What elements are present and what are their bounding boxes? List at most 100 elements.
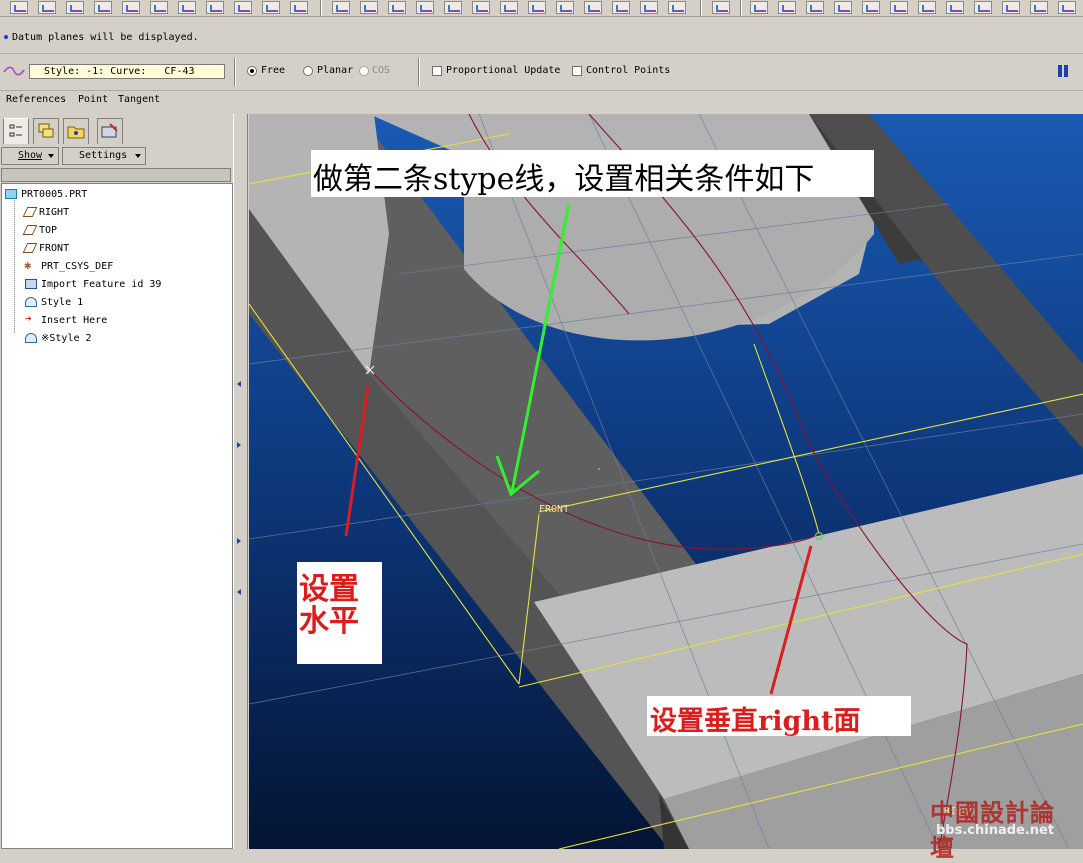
toolbar-icon[interactable] — [778, 1, 796, 14]
toolbar-icon[interactable] — [388, 1, 406, 14]
toolbar-icon[interactable] — [1030, 1, 1048, 14]
tab-tangent[interactable]: Tangent — [118, 94, 160, 105]
toolbar-icon[interactable] — [668, 1, 686, 14]
left-callout-box: 设置 水平 — [297, 562, 382, 664]
import-feature-icon — [25, 279, 37, 289]
toolbar-icon[interactable] — [584, 1, 602, 14]
tools-icon — [101, 123, 118, 138]
cos-radio[interactable] — [359, 66, 369, 76]
toolbar-icon[interactable] — [862, 1, 880, 14]
toolbar-icon[interactable] — [946, 1, 964, 14]
tree-item-csys[interactable]: PRT_CSYS_DEF — [24, 258, 114, 274]
toolbar-icon[interactable] — [178, 1, 196, 14]
toolbar-icon[interactable] — [94, 1, 112, 14]
toolbar-icon[interactable] — [290, 1, 308, 14]
free-radio[interactable] — [247, 66, 257, 76]
toolbar-icon[interactable] — [1002, 1, 1020, 14]
control-points-label: Control Points — [586, 65, 671, 76]
proportional-update-checkbox[interactable] — [432, 66, 442, 76]
tree-item-right[interactable]: RIGHT — [22, 206, 69, 220]
model-tree-icon — [9, 124, 22, 137]
pause-icon[interactable] — [1056, 64, 1070, 78]
toolbar-icon[interactable] — [360, 1, 378, 14]
proportional-update-label: Proportional Update — [446, 65, 561, 76]
style-curve-dashboard: Style: -1: Curve: CF-43 Free Planar COS … — [0, 54, 1083, 91]
toolbar-icon[interactable] — [332, 1, 350, 14]
tree-column-header — [1, 168, 231, 182]
toolbar-icon[interactable] — [612, 1, 630, 14]
graphics-window[interactable]: FRONT RIGHT 做第二条stype线，设置相关条件如下 设置 水平 设置… — [249, 114, 1083, 849]
right-callout-text: 设置垂直right面 — [650, 706, 861, 737]
tree-item-label: FRONT — [39, 243, 70, 254]
curve-name-field[interactable]: Style: -1: Curve: CF-43 — [29, 64, 225, 79]
tree-item-part[interactable]: PRT0005.PRT — [5, 188, 87, 202]
toolbar-icon[interactable] — [444, 1, 462, 14]
toolbar-icon[interactable] — [500, 1, 518, 14]
part-icon — [5, 189, 17, 199]
show-menu-button[interactable]: Show — [1, 147, 59, 165]
info-bullet-icon — [4, 35, 8, 39]
dropdown-arrow-icon — [48, 154, 54, 158]
favorites-tab[interactable] — [97, 118, 123, 144]
toolbar-icon[interactable] — [262, 1, 280, 14]
tree-item-label: Style 1 — [41, 297, 84, 308]
toolbar-icon[interactable] — [66, 1, 84, 14]
tree-item-top[interactable]: TOP — [22, 224, 57, 238]
layers-tab[interactable] — [33, 118, 59, 144]
model-tree-tab[interactable] — [3, 118, 29, 144]
status-message: Datum planes will be displayed. — [12, 32, 199, 43]
datum-plane-icon — [22, 225, 38, 235]
toolbar-icon[interactable] — [640, 1, 658, 14]
tree-item-import-feature[interactable]: Import Feature id 39 — [25, 278, 161, 292]
tree-item-label: PRT_CSYS_DEF — [41, 261, 114, 272]
toolbar-icon[interactable] — [750, 1, 768, 14]
toolbar-icon[interactable] — [834, 1, 852, 14]
toolbar-icon[interactable] — [974, 1, 992, 14]
toolbar-icon[interactable] — [1058, 1, 1076, 14]
toolbar-icon[interactable] — [806, 1, 824, 14]
navigator-panel: Show Settings PRT0005.PRT RIGHT TOP FRON… — [0, 114, 248, 849]
tree-item-style-1[interactable]: Style 1 — [25, 296, 83, 310]
toolbar-icon[interactable] — [890, 1, 908, 14]
toolbar-icon[interactable] — [528, 1, 546, 14]
expand-arrow-icon[interactable] — [237, 442, 241, 448]
collapse-arrow-icon[interactable] — [237, 381, 241, 387]
toolbar-icon[interactable] — [918, 1, 936, 14]
tab-references[interactable]: References — [6, 94, 66, 105]
tree-item-label: ※Style 2 — [41, 333, 92, 344]
toolbar-icon[interactable] — [150, 1, 168, 14]
toolbar-icon[interactable] — [10, 1, 28, 14]
divider — [418, 58, 420, 86]
settings-menu-button[interactable]: Settings — [62, 147, 146, 165]
tree-item-front[interactable]: FRONT — [22, 242, 70, 256]
layers-icon — [38, 123, 54, 138]
toolbar-separator — [740, 0, 742, 16]
divider — [234, 58, 236, 86]
show-menu-label: Show — [18, 150, 43, 161]
toolbar-icon[interactable] — [38, 1, 56, 14]
toolbar-icon[interactable] — [206, 1, 224, 14]
toolbar-icon[interactable] — [122, 1, 140, 14]
panel-splitter[interactable] — [233, 114, 248, 849]
planar-label: Planar — [317, 65, 354, 76]
folder-browser-tab[interactable] — [63, 118, 89, 144]
collapse-arrow-icon[interactable] — [237, 589, 241, 595]
toolbar-icon[interactable] — [416, 1, 434, 14]
settings-menu-label: Settings — [79, 150, 128, 161]
forum-watermark: 中國設計論壇 bbs.chinade.net — [924, 793, 1079, 862]
control-points-checkbox[interactable] — [572, 66, 582, 76]
free-label: Free — [261, 65, 286, 76]
toolbar-icon[interactable] — [234, 1, 252, 14]
tab-point[interactable]: Point — [78, 94, 108, 105]
expand-arrow-icon[interactable] — [237, 538, 241, 544]
toolbar-icon[interactable] — [712, 1, 730, 14]
tree-item-style-2[interactable]: ※Style 2 — [25, 332, 92, 346]
tree-item-insert-here[interactable]: Insert Here — [25, 312, 107, 328]
curve-icon — [3, 66, 25, 76]
toolbar-icon[interactable] — [556, 1, 574, 14]
model-view[interactable] — [249, 114, 1083, 849]
tree-item-label: Import Feature id 39 — [41, 279, 162, 290]
planar-radio[interactable] — [303, 66, 313, 76]
toolbar-separator — [700, 0, 702, 16]
toolbar-icon[interactable] — [472, 1, 490, 14]
